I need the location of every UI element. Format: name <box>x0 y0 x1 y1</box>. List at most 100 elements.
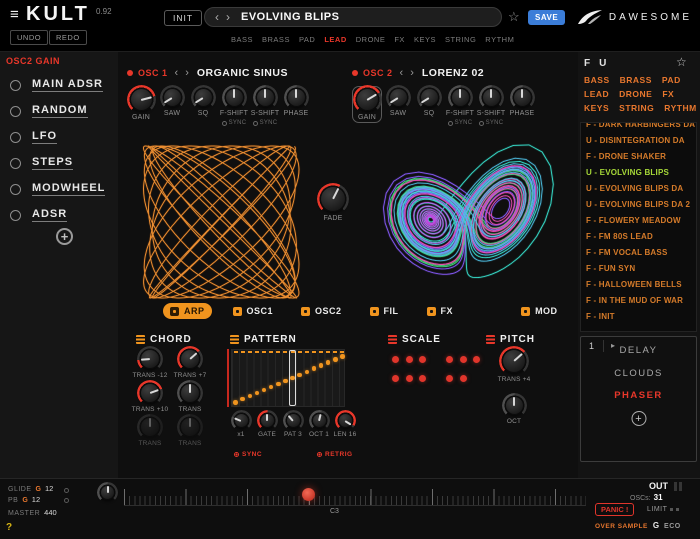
fx-slot-clouds[interactable]: CLOUDS <box>581 368 696 379</box>
osc1-f-shift-sync-toggle[interactable]: SYNC <box>222 120 247 126</box>
preset-row-disintegration-da[interactable]: U - DISINTEGRATION DA <box>581 132 696 148</box>
pattern-accent-9[interactable] <box>298 351 302 353</box>
pattern-accent-1[interactable] <box>241 351 245 353</box>
scale-dot-1-0[interactable] <box>392 375 399 382</box>
pattern-accent-6[interactable] <box>276 351 280 353</box>
pattern-step-1[interactable] <box>240 397 245 402</box>
chord-trans-10-knob[interactable] <box>140 383 160 403</box>
osc1-s-shift-sync-toggle[interactable]: SYNC <box>253 120 278 126</box>
scale-dot-0-2[interactable] <box>419 356 426 363</box>
tab-arp[interactable]: ARP <box>163 303 212 319</box>
init-button[interactable]: INIT <box>164 10 202 26</box>
preset-tag-brass[interactable]: BRASS <box>262 35 290 44</box>
osc1-next-icon[interactable]: › <box>185 67 189 79</box>
pattern-step-6[interactable] <box>276 382 281 387</box>
osc1-sq-knob[interactable] <box>194 88 213 107</box>
help-button[interactable]: ? <box>6 522 12 533</box>
pattern-accent-12[interactable] <box>319 351 323 353</box>
scale-dot-1-2[interactable] <box>419 375 426 382</box>
pattern-step-9[interactable] <box>297 373 302 378</box>
preset-row-init[interactable]: F - INIT <box>581 308 696 324</box>
preset-row-evolving-blips-da[interactable]: U - EVOLVING BLIPS DA <box>581 180 696 196</box>
sidebar-item-steps[interactable]: STEPS <box>10 150 105 176</box>
chord-trans-knob[interactable] <box>180 383 200 403</box>
oversample-setting[interactable]: OVER SAMPLE G ECO <box>595 521 681 530</box>
pattern-oct-1-knob[interactable] <box>312 413 327 428</box>
preset-tag-keys[interactable]: KEYS <box>414 35 436 44</box>
pattern-step-4[interactable] <box>262 388 267 393</box>
pattern-step-7[interactable] <box>283 379 288 384</box>
osc1-wavetable-name[interactable]: ORGANIC SINUS <box>197 67 288 79</box>
pattern-len-16-knob[interactable] <box>338 413 353 428</box>
browser-tag-bass[interactable]: BASS <box>584 75 610 85</box>
pattern-accent-7[interactable] <box>283 351 287 353</box>
fade-knob[interactable] <box>320 186 346 212</box>
pattern-step-10[interactable] <box>305 370 310 375</box>
scale-dots[interactable] <box>392 356 492 388</box>
pattern-accent-13[interactable] <box>326 351 330 353</box>
preset-row-halloween-bells[interactable]: F - HALLOWEEN BELLS <box>581 276 696 292</box>
preset-tag-lead[interactable]: LEAD <box>324 35 346 44</box>
preset-tag-fx[interactable]: FX <box>394 35 405 44</box>
browser-tag-brass[interactable]: BRASS <box>620 75 652 85</box>
footer-radio-2[interactable] <box>64 498 69 503</box>
browser-tag-lead[interactable]: LEAD <box>584 89 609 99</box>
pattern-sync-toggle[interactable]: SYNC <box>234 451 262 458</box>
add-fx-button[interactable]: + <box>631 411 646 426</box>
save-button[interactable]: SAVE <box>528 10 565 25</box>
browser-tag-fx[interactable]: FX <box>662 89 674 99</box>
pattern-step-12[interactable] <box>319 363 324 368</box>
osc2-phase-knob[interactable] <box>513 88 532 107</box>
preset-tag-string[interactable]: STRING <box>445 35 476 44</box>
osc2-wavetable-name[interactable]: LORENZ 02 <box>422 67 484 79</box>
limit-setting[interactable]: LIMIT <box>647 506 679 513</box>
chord-trans-knob[interactable] <box>140 417 160 437</box>
pattern-step-11[interactable] <box>312 366 317 371</box>
pattern-step-13[interactable] <box>326 360 331 365</box>
preset-tag-bass[interactable]: BASS <box>231 35 253 44</box>
tab-osc1[interactable]: OSC1 <box>226 303 281 319</box>
osc2-saw-knob[interactable] <box>389 88 408 107</box>
pattern-accent-2[interactable] <box>248 351 252 353</box>
preset-selector[interactable]: ‹ › EVOLVING BLIPS <box>204 7 502 27</box>
scale-dot-0-1[interactable] <box>406 356 413 363</box>
footer-radio-1[interactable] <box>64 488 69 493</box>
glide-mode[interactable]: G <box>36 486 41 493</box>
next-preset-icon[interactable]: › <box>226 11 230 23</box>
chord-trans-knob[interactable] <box>180 417 200 437</box>
browser-tag-string[interactable]: STRING <box>619 103 654 113</box>
keyboard-ruler[interactable] <box>124 483 586 506</box>
scale-dot-0-4[interactable] <box>446 356 453 363</box>
osc2-gain-knob[interactable] <box>356 88 379 111</box>
sidebar-item-lfo[interactable]: LFO <box>10 124 105 150</box>
tab-osc2[interactable]: OSC2 <box>294 303 349 319</box>
tab-mod[interactable]: MOD <box>514 303 565 319</box>
pattern-step-5[interactable] <box>269 385 274 390</box>
pattern-gate-knob[interactable] <box>260 413 275 428</box>
pattern-accent-0[interactable] <box>234 351 238 353</box>
filter-letter-u[interactable]: U <box>599 58 606 69</box>
sidebar-item-main-adsr[interactable]: MAIN ADSR <box>10 72 105 98</box>
pattern-pat-3-knob[interactable] <box>286 413 301 428</box>
browser-tag-drone[interactable]: DRONE <box>619 89 652 99</box>
preset-tag-rythm[interactable]: RYTHM <box>485 35 514 44</box>
osc1-saw-knob[interactable] <box>163 88 182 107</box>
pitchbend-value[interactable]: 12 <box>32 495 40 504</box>
tab-fx[interactable]: FX <box>420 303 461 319</box>
pitch-trans-4-knob[interactable] <box>502 349 526 373</box>
preset-row-in-the-mud-of-war[interactable]: F - IN THE MUD OF WAR <box>581 292 696 308</box>
pattern-step-0[interactable] <box>233 400 238 405</box>
add-mod-button[interactable]: + <box>56 228 73 245</box>
chord-trans-7-knob[interactable] <box>180 349 200 369</box>
preset-row-dark-harbingers-da[interactable]: F - DARK HARBINGERS DA <box>581 122 696 132</box>
tab-fil[interactable]: FIL <box>363 303 406 319</box>
browser-tag-rythm[interactable]: RYTHM <box>664 103 696 113</box>
pattern-step-3[interactable] <box>255 391 260 396</box>
preset-row-fm-80s-lead[interactable]: F - FM 80S LEAD <box>581 228 696 244</box>
browser-star-icon[interactable]: ☆ <box>676 55 687 69</box>
glide-value[interactable]: 12 <box>45 484 53 493</box>
footer-knob[interactable] <box>100 485 115 500</box>
master-value[interactable]: 440 <box>44 508 57 517</box>
pitchbend-mode[interactable]: G <box>22 497 27 504</box>
redo-button[interactable]: REDO <box>49 30 87 45</box>
